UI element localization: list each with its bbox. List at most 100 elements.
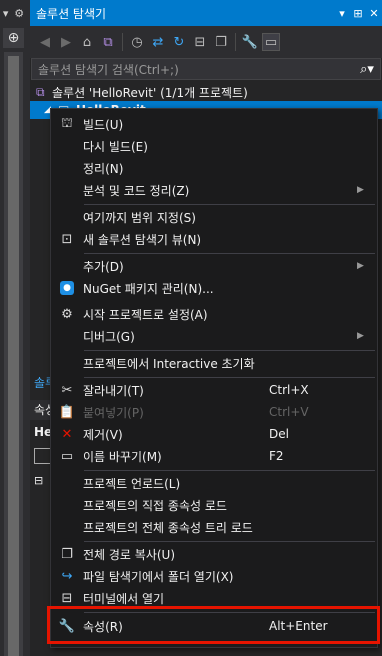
close-icon[interactable]: ✕ [366, 7, 382, 20]
menu-item-load-all-deps[interactable]: 프로젝트의 전체 종속성 트리 로드 [51, 516, 377, 538]
tree-solution-node[interactable]: ⧉ 솔루션 'HelloRevit' (1/1개 프로젝트) [30, 83, 382, 101]
build-icon: ⛫ [61, 115, 73, 131]
collapse-all-icon[interactable]: ⊟ [191, 33, 209, 51]
refresh-icon[interactable]: ↻ [170, 33, 188, 51]
menu-item-label: 다시 빌드(E) [83, 139, 148, 154]
menu-separator [84, 204, 375, 205]
menu-item-label: 새 솔루션 탐색기 뷰(N) [83, 232, 202, 247]
gear-icon[interactable]: ⚙ [14, 7, 24, 20]
menu-item-set-startup[interactable]: ⚙ 시작 프로젝트로 설정(A) [51, 303, 377, 325]
home-icon[interactable]: ⌂ [78, 33, 96, 51]
rename-icon: ▭ [60, 448, 74, 464]
menu-separator [84, 253, 375, 254]
menu-item-label: NuGet 패키지 관리(N)... [83, 281, 214, 296]
search-icon[interactable]: ⌕▾ [354, 62, 380, 77]
menu-item-clean[interactable]: 정리(N) [51, 157, 377, 179]
menu-item-paste: 📋 붙여넣기(P) Ctrl+V [51, 401, 377, 423]
menu-item-label: 제거(V) [83, 427, 123, 442]
submenu-arrow-icon: ▶ [357, 331, 364, 341]
left-tool-strip: ▾ ⚙ ⊕ [0, 0, 27, 656]
menu-item-label: 잘라내기(T) [83, 383, 144, 398]
panel-title-bar: 솔루션 탐색기 ▾ ⊞ ✕ [30, 0, 382, 26]
submenu-arrow-icon: ▶ [357, 185, 364, 195]
menu-item-label: 프로젝트의 직접 종속성 로드 [83, 498, 227, 513]
menu-separator [84, 350, 375, 351]
vertical-scrollbar[interactable] [4, 52, 23, 656]
menu-separator [84, 470, 375, 471]
menu-item-label: 추가(D) [83, 259, 124, 274]
open-folder-icon: ↪ [61, 568, 73, 584]
menu-item-label: 이름 바꾸기(M) [83, 449, 162, 464]
menu-item-debug[interactable]: 디버그(G) ▶ [51, 325, 377, 347]
menu-item-rebuild[interactable]: 다시 빌드(E) [51, 135, 377, 157]
solution-icon: ⧉ [36, 84, 45, 99]
panel-title: 솔루션 탐색기 [36, 6, 107, 21]
scrollbar-thumb[interactable] [8, 56, 19, 656]
preview-icon[interactable]: ▭ [262, 33, 280, 51]
vs-switch-icon[interactable]: ⧉ [99, 33, 117, 51]
menu-item-label: 빌드(U) [83, 117, 124, 132]
back-icon[interactable]: ◀ [36, 33, 54, 51]
menu-item-label: 분석 및 코드 정리(Z) [83, 183, 190, 198]
copy-icon: ❐ [61, 546, 73, 562]
menu-item-label: 터미널에서 열기 [83, 591, 165, 606]
menu-item-open-folder[interactable]: ↪ 파일 탐색기에서 폴더 열기(X) [51, 565, 377, 587]
explorer-toolbar: ◀ ▶ ⌂ ⧉ ◷ ⇄ ↻ ⊟ ❐ 🔧 ▭ [30, 26, 382, 58]
menu-separator [84, 541, 375, 542]
menu-item-remove[interactable]: ✕ 제거(V) Del [51, 423, 377, 445]
pin-button[interactable]: ⊕ [3, 28, 24, 48]
toolbar-separator [122, 33, 123, 51]
menu-separator [84, 377, 375, 378]
menu-item-interactive[interactable]: 프로젝트에서 Interactive 초기화 [51, 352, 377, 374]
dropdown-icon[interactable]: ▾ [3, 7, 9, 20]
window-options-icon[interactable]: ▾ [334, 7, 350, 20]
menu-item-label: 정리(N) [83, 161, 124, 176]
menu-item-label: 파일 탐색기에서 폴더 열기(X) [83, 569, 234, 584]
search-input[interactable]: 솔루션 탐색기 검색(Ctrl+;) [38, 61, 354, 78]
menu-item-label: 프로젝트의 전체 종속성 트리 로드 [83, 520, 253, 535]
menu-item-analyze[interactable]: 분석 및 코드 정리(Z) ▶ [51, 179, 377, 201]
menu-item-label: 디버그(G) [83, 329, 135, 344]
menu-item-scope-to-this[interactable]: 여기까지 범위 지정(S) [51, 206, 377, 228]
menu-item-shortcut: Ctrl+V [269, 405, 309, 419]
menu-item-shortcut: Del [269, 427, 289, 441]
context-menu: ⛫ 빌드(U) 다시 빌드(E) 정리(N) 분석 및 코드 정리(Z) ▶ 여… [50, 108, 378, 648]
menu-item-shortcut: Ctrl+X [269, 383, 309, 397]
menu-item-cut[interactable]: ✂ 잘라내기(T) Ctrl+X [51, 379, 377, 401]
new-view-icon: ⊡ [61, 231, 73, 247]
menu-item-nuget[interactable]: ● NuGet 패키지 관리(N)... [51, 277, 377, 299]
toolbar-separator [235, 33, 236, 51]
menu-item-label: 프로젝트 언로드(L) [83, 476, 181, 491]
menu-item-unload[interactable]: 프로젝트 언로드(L) [51, 472, 377, 494]
show-all-files-icon[interactable]: ❐ [212, 33, 230, 51]
menu-item-label: 시작 프로젝트로 설정(A) [83, 307, 208, 322]
scissors-icon: ✂ [61, 382, 73, 398]
history-icon[interactable]: ◷ [128, 33, 146, 51]
properties-icon[interactable]: 🔧 [241, 33, 259, 51]
solution-label: 솔루션 'HelloRevit' (1/1개 프로젝트) [52, 85, 248, 100]
collapse-icon[interactable]: ⊟ [34, 474, 43, 487]
terminal-icon: ⊟ [61, 590, 73, 606]
nuget-icon: ● [51, 281, 83, 295]
menu-item-add[interactable]: 추가(D) ▶ [51, 255, 377, 277]
forward-icon[interactable]: ▶ [57, 33, 75, 51]
sync-icon[interactable]: ⇄ [149, 33, 167, 51]
paste-icon: 📋 [58, 404, 76, 420]
gear-icon: ⚙ [61, 306, 73, 322]
menu-item-rename[interactable]: ▭ 이름 바꾸기(M) F2 [51, 445, 377, 467]
menu-item-build[interactable]: ⛫ 빌드(U) [51, 113, 377, 135]
highlight-box [47, 606, 380, 644]
menu-item-new-view[interactable]: ⊡ 새 솔루션 탐색기 뷰(N) [51, 228, 377, 250]
pin-icon[interactable]: ⊞ [350, 7, 366, 20]
menu-item-load-direct-deps[interactable]: 프로젝트의 직접 종속성 로드 [51, 494, 377, 516]
menu-item-label: 프로젝트에서 Interactive 초기화 [83, 356, 255, 371]
menu-item-copy-path[interactable]: ❐ 전체 경로 복사(U) [51, 543, 377, 565]
search-box[interactable]: 솔루션 탐색기 검색(Ctrl+;) ⌕▾ [31, 58, 381, 80]
menu-item-label: 여기까지 범위 지정(S) [83, 210, 196, 225]
delete-icon: ✕ [61, 426, 73, 442]
menu-item-shortcut: F2 [269, 449, 284, 463]
menu-item-label: 붙여넣기(P) [83, 405, 144, 420]
submenu-arrow-icon: ▶ [357, 261, 364, 271]
menu-item-label: 전체 경로 복사(U) [83, 547, 176, 562]
left-strip-icons: ▾ ⚙ [0, 0, 27, 26]
